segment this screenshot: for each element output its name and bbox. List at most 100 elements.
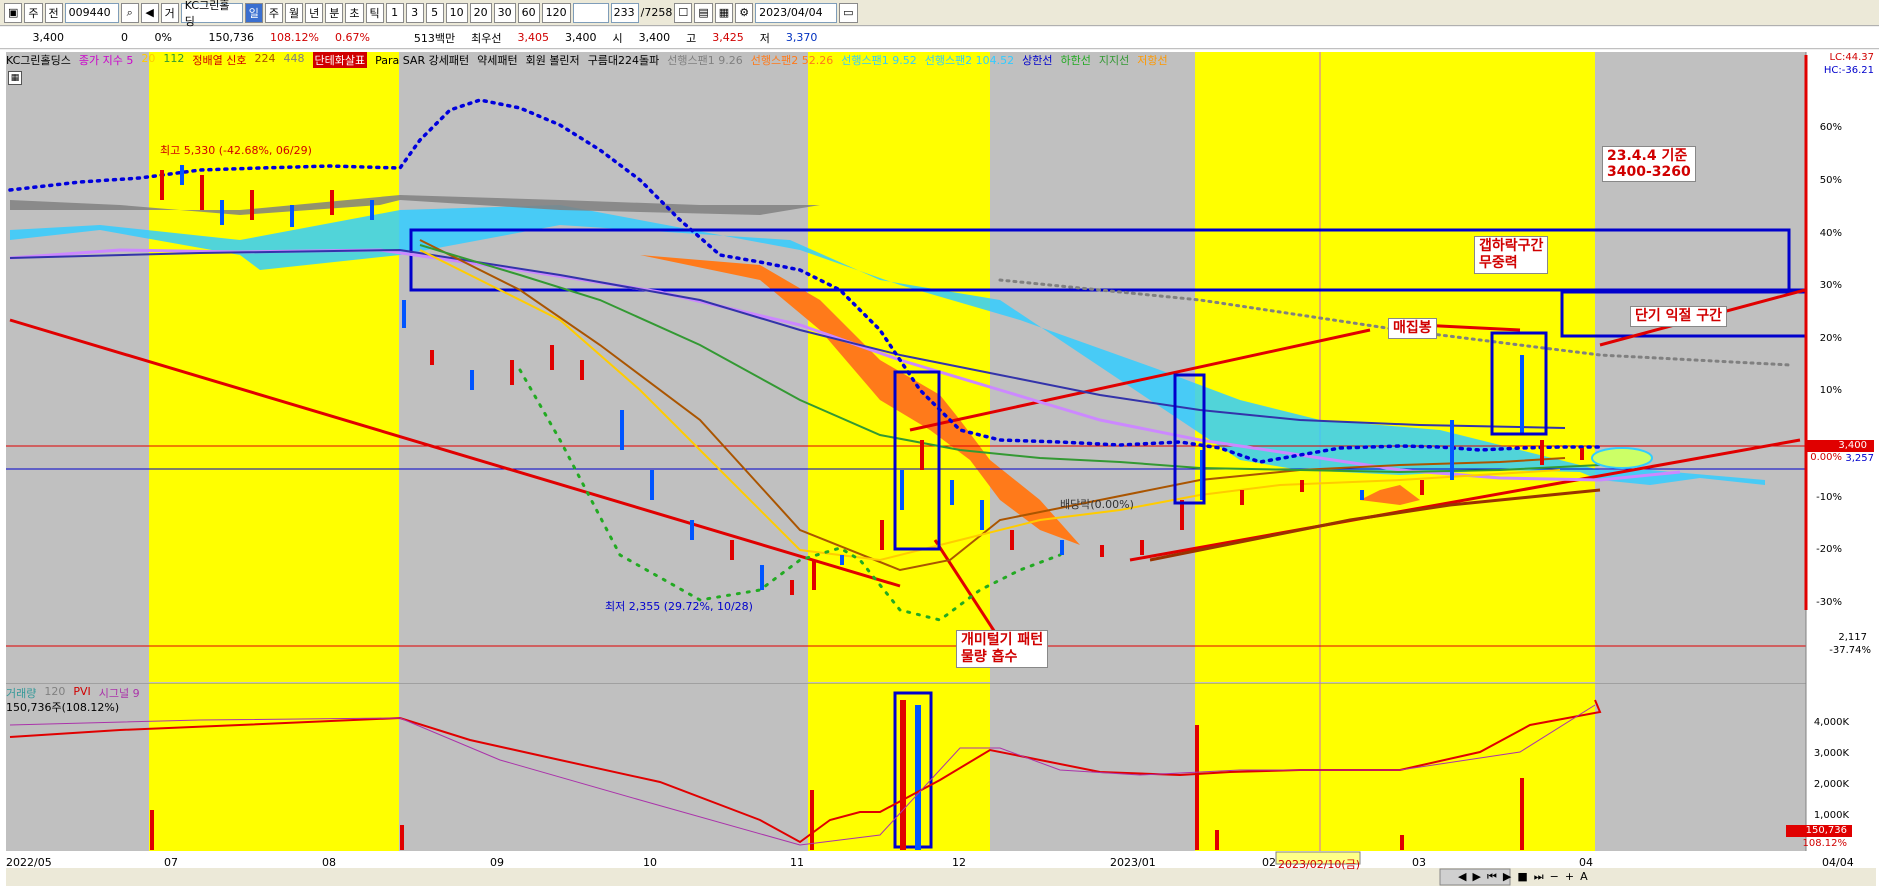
volume: 150,736 [208,31,255,44]
all-select[interactable]: 전 [44,2,63,23]
x-highlight-label: 2023/02/10(금) [1278,858,1361,871]
high-label: 고 [686,31,697,45]
nav-stop-icon[interactable]: ■ [1517,870,1527,884]
period-10[interactable]: 10 [445,2,468,23]
open: 3,400 [638,31,671,44]
y-m10: -10% [1816,492,1842,503]
turnover: 0.67% [334,31,370,44]
stock-chart[interactable] [0,50,1879,894]
legend-resistance: 저항선 [1137,54,1168,67]
period-input[interactable] [572,2,609,23]
period-3[interactable]: 3 [405,2,424,23]
short-profit-label: 단기 익절 구간 [1630,306,1728,327]
tab-minute[interactable]: 분 [325,2,344,23]
x-label: 02 [1262,856,1276,869]
x-label: 08 [322,856,336,869]
x-label: 04 [1579,856,1593,869]
period-60[interactable]: 60 [517,2,540,23]
amount: 513백만 [413,31,456,45]
high-annotation: 최고 5,330 (-42.68%, 06/29) [160,144,312,157]
lc-label: LC:44.37 [1829,52,1874,63]
y-40: 40% [1819,228,1842,239]
grid-icon[interactable]: ▦ [8,71,22,85]
checkbox-icon[interactable]: ☐ [674,2,693,23]
legend-span1a: 선행스팬1 9.26 [667,54,743,67]
legend-20: 20 [141,52,156,65]
legend-bear: 약세패턴 [477,54,518,67]
stock-name-field: KC그린홀딩 [180,0,243,28]
count-input[interactable]: 233 [610,2,639,23]
fit-icon[interactable]: A [1580,870,1588,884]
y-10: 10% [1819,385,1842,396]
nav-controls[interactable]: ◀ ▶ ⏮ ▶ ■ ⏭ − + A [1458,870,1588,884]
period-120[interactable]: 120 [541,2,571,23]
sound-icon[interactable]: ◀ [140,2,159,23]
accum-label: 매집봉 [1388,318,1437,339]
y-50: 50% [1819,175,1842,186]
best-ask-label: 최우선 [471,31,502,45]
market-select[interactable]: 주 [24,2,43,23]
x-label: 09 [490,856,504,869]
nav-right-icon[interactable]: ▶ [1472,870,1480,884]
x-label: 10 [643,856,657,869]
nav-last-icon[interactable]: ⏭ [1534,870,1544,884]
legend-upper: 상한선 [1022,54,1053,67]
zoom-out-icon[interactable]: − [1550,870,1559,884]
gap-zone-label: 갭하락구간 무중력 [1474,236,1549,274]
vol-4000: 4,000K [1813,717,1849,728]
y-30: 30% [1819,280,1842,291]
y-60: 60% [1819,122,1842,133]
x-label: 12 [952,856,966,869]
settings-icon[interactable]: ⚙ [735,2,754,23]
scrollbar-track[interactable] [6,868,1876,886]
x-label: 07 [164,856,178,869]
x-label: 03 [1412,856,1426,869]
nav-play-icon[interactable]: ▶ [1503,870,1511,884]
vol-current: 150,736 [1805,825,1847,836]
legend-stock: KC그린홀딩스 [6,54,71,67]
legend-arrow: 단테화살표 [312,52,368,68]
legend-span1b: 선행스팬1 9.52 [841,54,917,67]
tab-yearly[interactable]: 년 [305,2,324,23]
tab-weekly[interactable]: 주 [264,2,284,23]
stock-code-input[interactable]: 009440 [64,2,119,23]
zoom-in-icon[interactable]: + [1565,870,1574,884]
period-1[interactable]: 1 [385,2,404,23]
vol-3000: 3,000K [1813,748,1849,759]
legend-bollinger: 회원 볼린저 [525,54,580,67]
toolbar: ▣ 주 전 009440 ⌕ ◀ 거 KC그린홀딩 일 주 월 년 분 초 틱 … [0,0,1879,28]
legend-span2b: 선행스팬2 104.52 [924,54,1015,67]
nav-first-icon[interactable]: ⏮ [1487,870,1497,884]
target-ellipse [1591,447,1653,469]
tab-tick[interactable]: 틱 [365,2,384,23]
current-price-label: 3,400 [1838,440,1867,451]
period-20[interactable]: 20 [469,2,492,23]
tab-daily[interactable]: 일 [244,2,263,23]
save-icon[interactable]: ▦ [714,2,734,23]
legend-lower: 하한선 [1060,54,1091,67]
best-bid: 3,400 [565,31,597,44]
high: 3,425 [712,31,744,44]
trade-type[interactable]: 거 [160,2,179,23]
total-count: /7258 [640,6,673,19]
period-5[interactable]: 5 [425,2,444,23]
open-label: 시 [612,31,623,45]
vol-1000: 1,000K [1813,810,1849,821]
tab-monthly[interactable]: 월 [285,2,304,23]
period-30[interactable]: 30 [493,2,516,23]
window-icon[interactable]: ▣ [4,2,23,23]
volume-pct: 108.12% [270,31,319,44]
vol-2000: 2,000K [1813,779,1849,790]
y-0: 0.00% [1810,452,1842,463]
ref-price-label: 3,257 [1845,453,1874,464]
search-icon[interactable]: ⌕ [120,2,139,23]
legend-cloud: 구름대224돌파 [587,54,660,67]
tab-second[interactable]: 초 [345,2,364,23]
nav-left-icon[interactable]: ◀ [1458,870,1466,884]
pattern-label: 개미털기 패턴 물량 흡수 [956,630,1049,668]
change: 0 [121,31,128,44]
calendar-icon[interactable]: ▭ [839,2,858,23]
date-input[interactable]: 2023/04/04 [755,2,838,23]
legend-psar: Para SAR 강세패턴 [375,54,470,67]
chart-icon[interactable]: ▤ [694,2,713,23]
